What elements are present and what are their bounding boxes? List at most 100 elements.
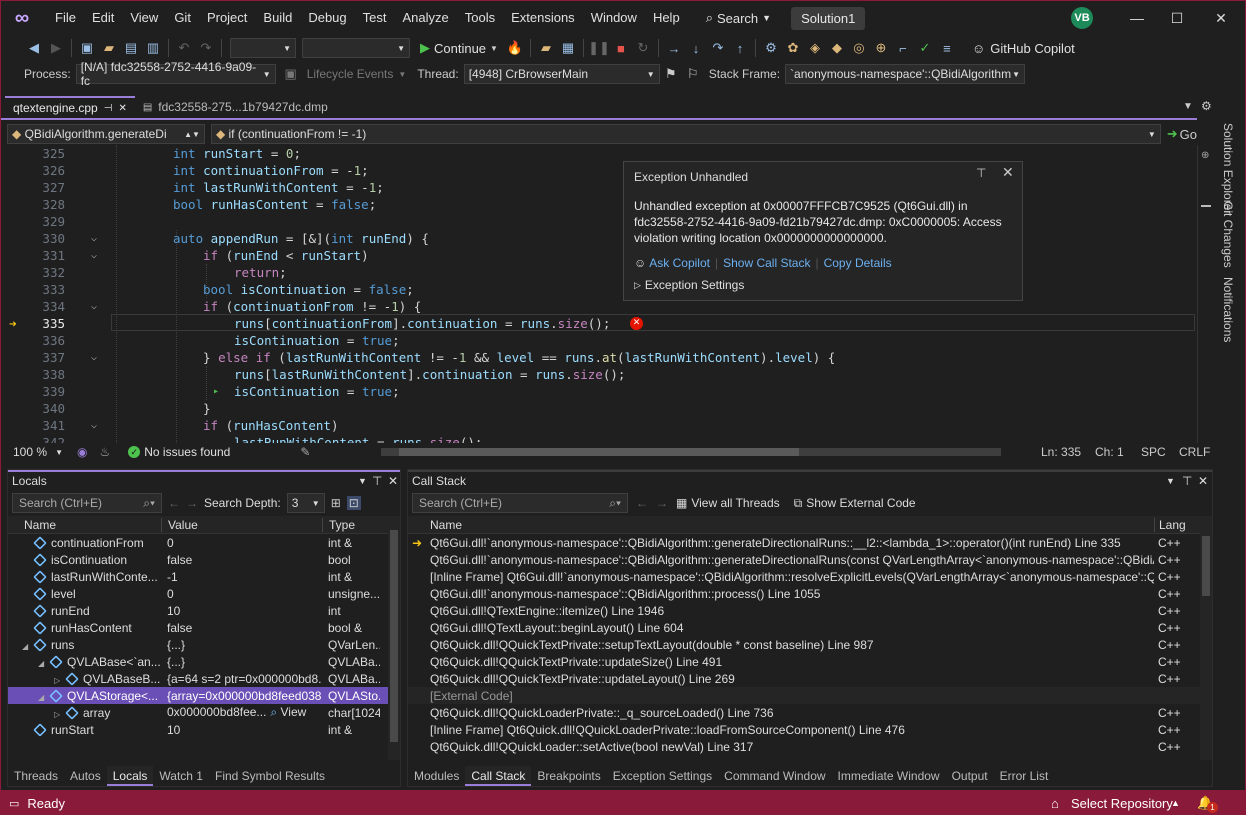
search-next-icon[interactable]: →	[656, 496, 668, 510]
step-out-icon[interactable]: ↑	[729, 37, 751, 59]
exception-settings-expander[interactable]: ▷ Exception Settings	[634, 278, 1012, 292]
menu-extensions[interactable]: Extensions	[503, 1, 583, 35]
table-row[interactable]: [External Code]	[408, 687, 1212, 704]
tab-autos[interactable]: Autos	[64, 766, 107, 786]
save-icon[interactable]: ▤	[120, 37, 142, 59]
hot-reload-icon[interactable]: 🔥	[504, 37, 526, 59]
locals-vertical-scrollbar[interactable]	[388, 516, 400, 760]
fold-chevron-icon[interactable]: ⌵	[91, 247, 97, 264]
expand-arrow-icon[interactable]: ▷	[54, 710, 66, 719]
table-row[interactable]: Qt6Gui.dll!`anonymous-namespace'::QBidiA…	[408, 585, 1212, 602]
show-call-stack-link[interactable]: Show Call Stack	[723, 256, 810, 270]
avatar[interactable]: VB	[1071, 7, 1093, 29]
breakpoint-group-icon[interactable]: ◈	[804, 37, 826, 59]
close-icon[interactable]: ✕	[1198, 474, 1208, 488]
table-row[interactable]: runStart 10 int &	[8, 721, 400, 738]
member-select[interactable]: ◆ if (continuationFrom != -1) ▼	[210, 124, 1161, 144]
zoom-select[interactable]: 100 % ▼	[9, 442, 67, 462]
format-icon[interactable]: ≡	[936, 37, 958, 59]
call-stack-search-input[interactable]: Search (Ctrl+E) ⌕▾	[412, 493, 628, 513]
go-button[interactable]: ➜ Go	[1167, 126, 1197, 142]
search-button[interactable]: ⌕ Search ▼	[698, 10, 779, 26]
scope-select[interactable]: ◆ QBidiAlgorithm.generateDi ▲▼	[7, 124, 205, 144]
show-next-statement-icon[interactable]: →	[663, 37, 685, 59]
fold-chevron-icon[interactable]: ⌵	[91, 230, 97, 247]
tab-call-stack[interactable]: Call Stack	[465, 766, 532, 786]
menu-help[interactable]: Help	[645, 1, 688, 35]
menu-edit[interactable]: Edit	[84, 1, 122, 35]
table-row[interactable]: ▷ array 0x000000bd8fee... ⌕ View char[1024]	[8, 704, 400, 721]
search-depth-select[interactable]: 3 ▼	[286, 493, 325, 513]
save-all-icon[interactable]: ▥	[142, 37, 164, 59]
settings-gear-icon[interactable]: ⚙	[1201, 99, 1212, 113]
threads-icon[interactable]: ◎	[848, 37, 870, 59]
expand-arrow-icon[interactable]: ◢	[38, 659, 50, 668]
copilot-status-icon[interactable]: ◉	[77, 445, 87, 459]
parallel-stacks-icon[interactable]: ⊕	[870, 37, 892, 59]
menu-view[interactable]: View	[122, 1, 166, 35]
table-row[interactable]: Qt6Quick.dll!QQuickLoader::setActive(boo…	[408, 738, 1212, 755]
hex-display-icon[interactable]: ⚙	[760, 37, 782, 59]
search-prev-icon[interactable]: ←	[636, 496, 648, 510]
forward-icon[interactable]: ▶	[45, 37, 67, 59]
platform-select[interactable]: ▼	[302, 38, 410, 58]
spell-check-icon[interactable]: ✓	[914, 37, 936, 59]
table-row[interactable]: runHasContent false bool &	[8, 619, 400, 636]
tab-find-symbol-results[interactable]: Find Symbol Results	[209, 766, 331, 786]
table-row[interactable]: isContinuation false bool	[8, 551, 400, 568]
menu-tools[interactable]: Tools	[457, 1, 503, 35]
show-external-code-button[interactable]: ⧉ Show External Code	[794, 496, 916, 511]
flag-toggle-icon[interactable]: ⚐	[682, 63, 704, 85]
table-row[interactable]: ◢ QVLAStorage<... {array=0x000000bd8feed03…	[8, 687, 400, 704]
pin-icon[interactable]: ⊤	[1182, 474, 1192, 488]
comment-icon[interactable]: ⌐	[892, 37, 914, 59]
select-repository-button[interactable]: Select Repository	[1071, 796, 1173, 811]
expand-arrow-icon[interactable]: ▷	[54, 676, 66, 685]
table-row[interactable]: ▷ QVLABaseB... {a=64 s=2 ptr=0x000000bd8..…	[8, 670, 400, 687]
pin-icon[interactable]: ⊤	[372, 474, 382, 488]
expand-arrow-icon[interactable]: ◢	[22, 642, 34, 651]
menu-build[interactable]: Build	[255, 1, 300, 35]
minimize-icon[interactable]: —	[1117, 1, 1157, 35]
fold-chevron-icon[interactable]: ⌵	[91, 298, 97, 315]
table-row[interactable]: lastRunWithConte... -1 int &	[8, 568, 400, 585]
tab-command-window[interactable]: Command Window	[718, 766, 831, 786]
tab-error-list[interactable]: Error List	[994, 766, 1055, 786]
notifications-tab[interactable]: Notifications	[1221, 277, 1235, 342]
solution-name[interactable]: Solution1	[791, 6, 866, 30]
stack-frame-select[interactable]: `anonymous-namespace'::QBidiAlgorithm ▼	[785, 64, 1026, 84]
menu-project[interactable]: Project	[199, 1, 255, 35]
step-over-icon[interactable]: ↷	[707, 37, 729, 59]
tab-output[interactable]: Output	[946, 766, 994, 786]
view-visualizer-button[interactable]: ⌕ View	[270, 705, 306, 719]
undo-icon[interactable]: ↶	[173, 37, 195, 59]
pin-icon[interactable]: ⊣	[104, 103, 113, 114]
back-icon[interactable]: ◀	[23, 37, 45, 59]
new-project-icon[interactable]: ▣	[76, 37, 98, 59]
exceptions-icon[interactable]: ◆	[826, 37, 848, 59]
tab-locals[interactable]: Locals	[106, 766, 154, 786]
run-to-cursor-icon[interactable]: ▸	[213, 383, 219, 400]
view-all-threads-button[interactable]: ▦ View all Threads	[676, 496, 780, 510]
table-row[interactable]: Qt6Gui.dll!QTextEngine::itemize() Line 1…	[408, 602, 1212, 619]
close-icon[interactable]: ✕	[1201, 1, 1241, 35]
menu-debug[interactable]: Debug	[300, 1, 354, 35]
step-into-icon[interactable]: ↓	[685, 37, 707, 59]
menu-git[interactable]: Git	[166, 1, 199, 35]
search-next-icon[interactable]: →	[186, 496, 198, 510]
chevron-up-icon[interactable]: ▲	[1171, 798, 1180, 808]
table-row[interactable]: Qt6Quick.dll!QQuickTextPrivate::updateSi…	[408, 653, 1212, 670]
table-row[interactable]: Qt6Gui.dll!QTextLayout::beginLayout() Li…	[408, 619, 1212, 636]
process-select[interactable]: [N/A] fdc32558-2752-4416-9a09-fc ▼	[75, 60, 276, 88]
copy-details-link[interactable]: Copy Details	[824, 256, 892, 270]
locals-search-input[interactable]: Search (Ctrl+E) ⌕▾	[12, 493, 162, 513]
expand-arrow-icon[interactable]: ◢	[38, 693, 50, 702]
hex-toggle-icon[interactable]: ⊡	[346, 496, 361, 510]
lifecycle-events-button[interactable]: Lifecycle Events	[302, 67, 399, 81]
diagnostic-icon[interactable]: ✿	[782, 37, 804, 59]
line-ending[interactable]: CRLF	[1179, 445, 1210, 459]
table-row[interactable]: [Inline Frame] Qt6Gui.dll!`anonymous-nam…	[408, 568, 1212, 585]
table-row[interactable]: continuationFrom 0 int &	[8, 534, 400, 551]
table-row[interactable]: ◢ QVLABase<`an... {...} QVLABa...	[8, 653, 400, 670]
horizontal-scrollbar[interactable]	[381, 448, 1001, 456]
